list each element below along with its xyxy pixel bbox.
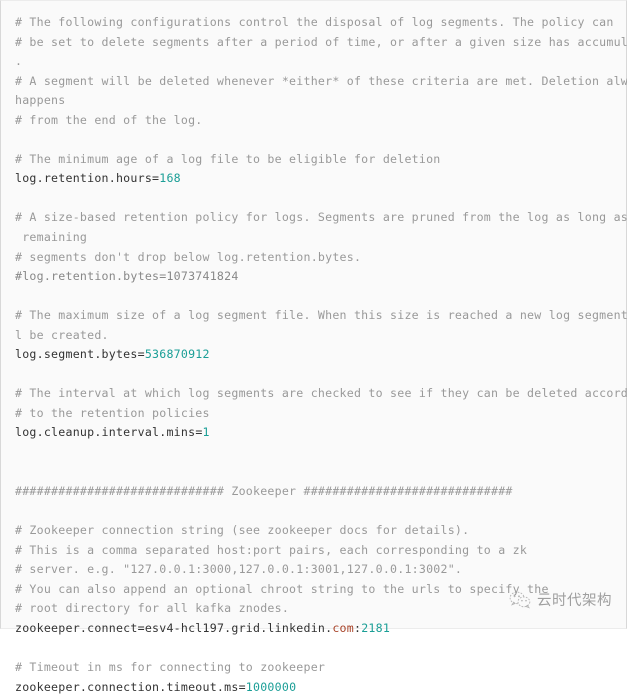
code-line: # root directory for all kafka znodes. [15, 599, 618, 619]
blank-text [15, 445, 22, 459]
commented-property-text: #log.retention.bytes=1073741824 [15, 269, 239, 284]
blank-text [15, 367, 22, 381]
code-lines: # The following configurations control t… [1, 13, 627, 697]
code-line: happens [15, 91, 618, 111]
property-equals: = [195, 425, 203, 440]
comment-text: # A size-based retention policy for logs… [15, 210, 627, 225]
code-line: ############################# Zookeeper … [15, 482, 618, 502]
comment-text: # server. e.g. "127.0.0.1:3000,127.0.0.1… [15, 562, 463, 577]
code-line: # server. e.g. "127.0.0.1:3000,127.0.0.1… [15, 560, 618, 580]
property-key: log.segment.bytes [15, 347, 138, 362]
property-equals: = [137, 347, 145, 362]
comment-text: # The minimum age of a log file to be el… [15, 151, 441, 166]
comment-text: ############################# Zookeeper … [15, 484, 513, 499]
comment-text: # Zookeeper connection string (see zooke… [15, 523, 470, 538]
property-port: 2181 [361, 620, 391, 635]
property-equals: = [238, 679, 246, 694]
property-value: 1 [202, 425, 210, 440]
code-line-blank [15, 365, 618, 385]
code-line: # This is a comma separated host:port pa… [15, 541, 618, 561]
comment-text: # This is a comma separated host:port pa… [15, 542, 528, 557]
property-key: zookeeper.connect [15, 620, 138, 635]
comment-text: remaining [15, 230, 88, 245]
code-line: # The minimum age of a log file to be el… [15, 150, 618, 170]
property-domain: com [332, 620, 354, 635]
code-line: # You can also append an optional chroot… [15, 580, 618, 600]
comment-text: # segments don't drop below log.retentio… [15, 249, 362, 264]
code-line: log.retention.hours=168 [15, 169, 618, 189]
property-key: log.retention.hours [15, 171, 153, 186]
comment-text: # The interval at which log segments are… [15, 386, 627, 401]
property-key: log.cleanup.interval.mins [15, 425, 196, 440]
code-line: # The following configurations control t… [15, 13, 618, 33]
code-line-blank [15, 463, 618, 483]
property-value: 168 [159, 171, 181, 186]
comment-text: # A segment will be deleted whenever *ei… [15, 73, 627, 88]
code-line: # to the retention policies [15, 404, 618, 424]
blank-text [15, 504, 22, 518]
comment-text: happens [15, 93, 66, 108]
comment-text: # The maximum size of a log segment file… [15, 308, 627, 323]
blank-text [15, 289, 22, 303]
code-line: log.cleanup.interval.mins=1 [15, 423, 618, 443]
code-line: # A size-based retention policy for logs… [15, 208, 627, 228]
comment-text: # The following configurations control t… [15, 15, 614, 29]
code-line-blank [15, 443, 618, 463]
comment-text: # You can also append an optional chroot… [15, 581, 549, 596]
code-line: # segments don't drop below log.retentio… [15, 248, 618, 268]
comment-text: # from the end of the log. [15, 112, 203, 127]
code-line-blank [15, 287, 618, 307]
code-line: # from the end of the log. [15, 111, 618, 131]
property-value: 536870912 [144, 347, 210, 362]
blank-text [15, 465, 22, 479]
comment-text: # to the retention policies [15, 405, 210, 420]
code-line: # A segment will be deleted whenever *ei… [15, 72, 627, 92]
code-line-blank [15, 189, 618, 209]
code-line: # The interval at which log segments are… [15, 384, 627, 404]
code-line: # Timeout in ms for connecting to zookee… [15, 658, 618, 678]
comment-text: . [15, 54, 23, 69]
code-line-blank [15, 639, 618, 659]
code-line: remaining [15, 228, 618, 248]
property-host: esv4-hcl197.grid.linkedin. [144, 620, 333, 635]
blank-text [15, 641, 22, 655]
code-line: # Zookeeper connection string (see zooke… [15, 521, 618, 541]
code-line: l be created. [15, 326, 618, 346]
code-line: zookeeper.connection.timeout.ms=1000000 [15, 678, 618, 697]
property-equals: = [137, 620, 145, 635]
code-line: # The maximum size of a log segment file… [15, 306, 627, 326]
property-key: zookeeper.connection.timeout.ms [15, 679, 239, 694]
comment-text: l be created. [15, 327, 109, 342]
code-line-blank [15, 130, 618, 150]
comment-text: # root directory for all kafka znodes. [15, 601, 290, 616]
blank-text [15, 132, 22, 146]
property-value: 1000000 [245, 679, 297, 694]
code-line: log.segment.bytes=536870912 [15, 345, 618, 365]
code-line: #log.retention.bytes=1073741824 [15, 267, 618, 287]
code-line: . [15, 52, 618, 72]
code-line-blank [15, 502, 618, 522]
blank-text [15, 191, 22, 205]
code-block-container: # The following configurations control t… [0, 0, 627, 694]
comment-text: # be set to delete segments after a peri… [15, 34, 627, 49]
comment-text: # Timeout in ms for connecting to zookee… [15, 660, 326, 675]
code-line: # be set to delete segments after a peri… [15, 33, 627, 53]
